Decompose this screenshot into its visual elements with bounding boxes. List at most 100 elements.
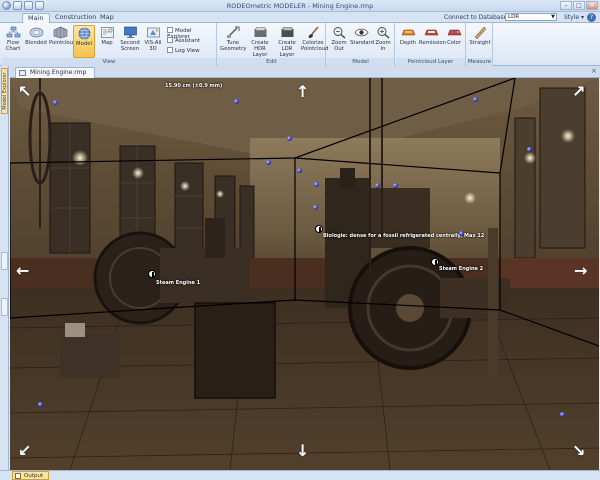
nav-arrow-down-left-icon[interactable]: ↙	[18, 443, 31, 459]
output-tab[interactable]: Output	[12, 471, 50, 480]
nav-arrow-right-icon[interactable]: →	[574, 263, 587, 279]
model-explorer-tab-label: Model Explorer	[2, 72, 8, 110]
standard-view-button[interactable]: Standard	[350, 25, 375, 58]
checkbox-box	[167, 47, 173, 53]
zoom-in-button[interactable]: Zoom In	[372, 25, 394, 58]
view-group-caption: View	[2, 58, 216, 66]
log-view-checkbox-label: Log View	[175, 48, 200, 54]
nav-arrow-down-right-icon[interactable]: ↘	[572, 443, 585, 459]
steam-engine-2-label[interactable]: Steam Engine 2	[439, 266, 483, 272]
window-controls: – □ ✕	[560, 1, 598, 10]
remission-button[interactable]: Remission	[419, 25, 446, 58]
zoom-out-label: Zoom Out	[331, 40, 347, 52]
depth-icon	[401, 29, 415, 36]
model-group-caption: Model	[327, 58, 394, 66]
flow-chart-label: Flow Chart	[5, 40, 21, 52]
point-marker-icon[interactable]	[560, 412, 565, 417]
point-marker-icon[interactable]	[53, 100, 58, 105]
assistant-checkbox-label: Assistant	[175, 38, 201, 44]
point-marker-icon[interactable]	[234, 99, 239, 104]
ribbon-group-edit: Tune Geometry Create HDR Layer Create LD…	[218, 23, 329, 66]
nav-arrow-down-icon[interactable]: ↓	[296, 443, 309, 459]
steam-engine-1-label[interactable]: Steam Engine 1	[156, 280, 200, 286]
tab-main[interactable]: Main	[22, 13, 50, 23]
color-label: Color	[447, 40, 461, 46]
depth-label: Depth	[399, 40, 417, 46]
status-bar: Output	[0, 470, 600, 480]
layer-select[interactable]: LDR ▼	[505, 13, 557, 21]
model-viewport[interactable]: 15.90 cm (±0.9 mm) Steam Engine 1 Steam …	[10, 78, 599, 470]
document-tab[interactable]: Mining Engine.rmp	[15, 67, 95, 78]
point-marker-icon[interactable]	[459, 231, 464, 236]
dock-handle[interactable]	[1, 252, 8, 270]
second-screen-button[interactable]: Second Screen	[119, 25, 141, 58]
chevron-down-icon: ▼	[551, 14, 555, 20]
assistant-checkbox[interactable]: Assistant	[167, 37, 200, 44]
point-marker-icon[interactable]	[297, 168, 302, 173]
close-document-icon[interactable]: ×	[591, 67, 597, 75]
blended-icon	[29, 27, 43, 38]
eye-icon	[354, 28, 368, 37]
ribbon-group-model: Zoom Out Standard Zoom In Model	[327, 23, 395, 66]
scene-image	[10, 78, 599, 470]
create-hdr-layer-label: Create HDR Layer	[251, 40, 269, 58]
blended-button[interactable]: Blended	[25, 25, 47, 58]
blended-label: Blended	[25, 40, 47, 46]
standard-view-label: Standard	[350, 40, 375, 46]
create-hdr-layer-button[interactable]: Create HDR Layer	[247, 25, 273, 58]
nav-arrow-up-icon[interactable]: ↑	[296, 84, 309, 100]
map-button[interactable]: Map	[96, 25, 118, 58]
nav-arrow-left-icon[interactable]: ←	[16, 263, 29, 279]
point-marker-icon[interactable]	[314, 182, 319, 187]
output-icon	[15, 473, 21, 479]
close-button[interactable]: ✕	[586, 1, 598, 10]
style-menu[interactable]: Style ▾	[564, 14, 584, 21]
point-marker-icon[interactable]	[375, 183, 380, 188]
vis-all-3d-button[interactable]: VIS-All 3D	[142, 25, 164, 58]
location-pin-icon[interactable]	[431, 258, 439, 266]
location-pin-icon[interactable]	[315, 225, 323, 233]
location-pin-icon[interactable]	[148, 270, 156, 278]
model-button[interactable]: Model	[73, 25, 95, 58]
color-icon	[447, 29, 461, 36]
nav-arrow-up-left-icon[interactable]: ↖	[18, 84, 31, 100]
color-button[interactable]: Color	[443, 25, 465, 58]
straight-measure-button[interactable]: Straight	[468, 25, 492, 58]
second-screen-label: Second Screen	[120, 40, 140, 52]
create-ldr-layer-button[interactable]: Create LDR Layer	[274, 25, 300, 58]
minimize-button[interactable]: –	[560, 1, 572, 10]
dock-handle[interactable]	[1, 298, 8, 316]
ribbon-group-measure: Straight Measure	[467, 23, 493, 66]
edit-group-caption: Edit	[218, 58, 325, 66]
map-icon	[100, 27, 114, 38]
colorize-pointcloud-button[interactable]: Colorize Pointcloud	[301, 25, 329, 58]
tune-geometry-label: Tune Geometry	[220, 40, 247, 52]
point-marker-icon[interactable]	[38, 402, 43, 407]
point-marker-icon[interactable]	[313, 205, 318, 210]
model-explorer-tab[interactable]: Model Explorer	[1, 68, 8, 114]
measurement-label[interactable]: 15.90 cm (±0.9 mm)	[165, 83, 222, 89]
maximize-button[interactable]: □	[573, 1, 585, 10]
tab-map[interactable]: Map	[95, 13, 119, 23]
point-marker-icon[interactable]	[266, 160, 271, 165]
globe-icon	[78, 27, 90, 40]
point-marker-icon[interactable]	[287, 136, 292, 141]
point-marker-icon[interactable]	[393, 183, 398, 188]
flow-chart-button[interactable]: Flow Chart	[2, 25, 24, 58]
connect-database-link[interactable]: Connect to Database...	[444, 14, 513, 21]
help-button[interactable]: ?	[587, 13, 596, 22]
remission-icon	[424, 29, 438, 36]
depth-button[interactable]: Depth	[397, 25, 419, 58]
log-view-checkbox[interactable]: Log View	[167, 47, 200, 54]
tab-construction[interactable]: Construction	[50, 13, 101, 23]
monitor-icon	[123, 26, 137, 38]
zoom-out-button[interactable]: Zoom Out	[328, 25, 350, 58]
ldr-layer-icon	[281, 27, 293, 37]
point-marker-icon[interactable]	[473, 97, 478, 102]
layer-select-value: LDR	[508, 14, 520, 20]
title-bar: RODEOmetric MODELER - Mining Engine.rmp …	[0, 0, 600, 12]
tune-geometry-button[interactable]: Tune Geometry	[220, 25, 246, 58]
point-marker-icon[interactable]	[527, 147, 532, 152]
pointcloud-button[interactable]: Pointcloud	[49, 25, 77, 58]
nav-arrow-up-right-icon[interactable]: ↗	[572, 84, 585, 100]
